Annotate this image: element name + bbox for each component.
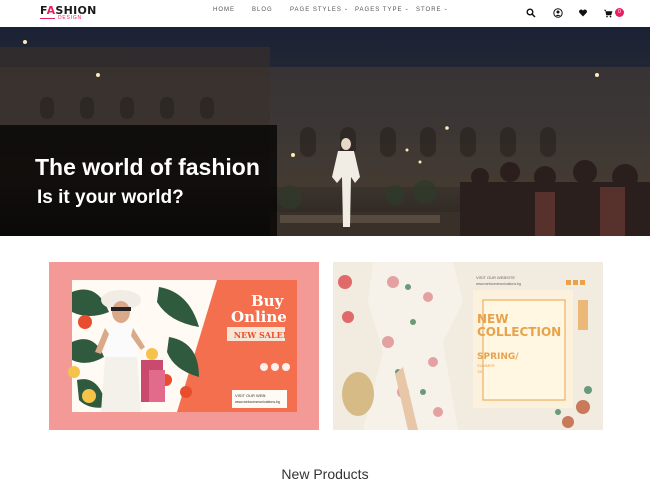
logo-subtitle: DESIGN xyxy=(58,15,82,21)
promo-top-label: VISIT OUR WEBSITE xyxy=(476,275,516,280)
nav-item-store[interactable]: STORE ⌄ xyxy=(416,6,449,13)
promo-top-url: www.webcommunications.bg xyxy=(476,282,521,286)
chevron-down-icon: ⌄ xyxy=(343,6,350,12)
promo-artwork-buy-online xyxy=(68,280,297,412)
search-icon[interactable] xyxy=(526,8,536,18)
user-icon[interactable] xyxy=(553,8,563,18)
hero-title: The world of fashion xyxy=(35,154,260,180)
promo-footer-url: www.webcommunications.bg xyxy=(235,400,280,404)
nav-item-pages-type[interactable]: PAGES TYPE ⌄ xyxy=(355,6,410,13)
promo-banner-new-collection[interactable]: VISIT OUR WEBSITE www.webcommunications.… xyxy=(333,262,603,430)
chevron-down-icon: ⌄ xyxy=(443,6,449,12)
nav-item-home[interactable]: HOME xyxy=(213,7,235,13)
promo-artwork-new-collection xyxy=(338,262,592,430)
new-products-heading: New Products xyxy=(281,466,369,482)
heart-icon[interactable] xyxy=(578,8,588,18)
promo-heading-online: Online xyxy=(231,308,287,326)
logo-underline xyxy=(40,18,55,19)
nav-item-blog[interactable]: BLOG xyxy=(252,7,273,13)
cart-count-badge: 0 xyxy=(615,8,624,17)
promo-tag-new-sale: NEW SALE! xyxy=(233,330,287,340)
cart-icon[interactable] xyxy=(603,8,613,18)
promo-season-summer: SUMMER xyxy=(477,363,495,368)
hero-subtitle: Is it your world? xyxy=(37,187,184,208)
promo-heading-new: NEW xyxy=(477,312,509,326)
site-header: FASHION DESIGN HOME BLOG PAGE STYLES ⌄ PA… xyxy=(0,0,650,27)
promo-footer-label: VISIT OUR WEB: xyxy=(235,393,267,398)
promo-season-spring: SPRING/ xyxy=(477,352,519,362)
nav-item-page-styles[interactable]: PAGE STYLES ⌄ xyxy=(290,6,350,13)
site-logo[interactable]: FASHION DESIGN xyxy=(40,4,100,23)
chevron-down-icon: ⌄ xyxy=(404,6,410,12)
promo-banner-buy-online[interactable]: Buy Online NEW SALE! VISIT OUR WEB: www.… xyxy=(49,262,319,430)
promo-season-year: '20 xyxy=(477,369,483,374)
promo-heading-collection: COLLECTION xyxy=(477,325,562,339)
